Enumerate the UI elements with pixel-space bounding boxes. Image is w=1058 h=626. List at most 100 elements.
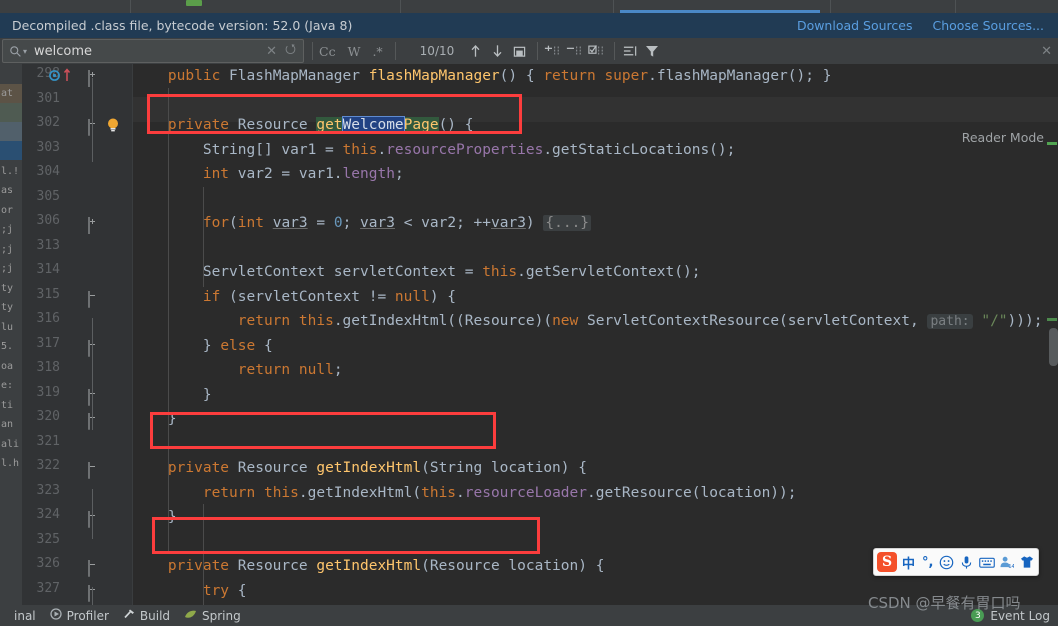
code-line: try {: [202, 582, 247, 599]
editor-tab-strip[interactable]: [0, 0, 1058, 13]
code-line: ServletContext servletContext = this.get…: [133, 264, 701, 280]
match-case-option[interactable]: Cc: [313, 44, 342, 59]
fold-collapse-icon[interactable]: [88, 462, 99, 479]
ime-language-mode-button[interactable]: 中: [900, 553, 917, 572]
filter-icon[interactable]: [641, 40, 663, 62]
search-result-marker: [1047, 142, 1057, 145]
run-indicator-icon: [186, 0, 202, 6]
fold-collapse-icon[interactable]: [88, 584, 99, 602]
fold-collapse-icon[interactable]: [88, 388, 99, 406]
spring-label: Spring: [202, 608, 241, 623]
fold-collapse-icon[interactable]: [88, 560, 99, 577]
event-count-badge: 3: [971, 609, 985, 622]
fold-collapse-icon[interactable]: [88, 413, 99, 430]
gutter-row: 322: [22, 456, 132, 481]
gutter-row: 315: [22, 285, 132, 310]
fold-collapse-icon[interactable]: [88, 119, 99, 136]
sogou-logo-icon[interactable]: S: [877, 552, 897, 572]
code-line: return this.getIndexHtml(this.resourceLo…: [202, 484, 797, 501]
code-line: }: [133, 509, 177, 525]
download-sources-link[interactable]: Download Sources: [797, 18, 913, 33]
sliver-text-column: at l.! as or ;j ;j ;j ty ty lu 5. oa e: ti an ali l.h: [1, 87, 20, 470]
fold-region-line: [92, 318, 93, 430]
keyboard-icon[interactable]: [978, 554, 995, 571]
skin-icon[interactable]: [1018, 554, 1035, 571]
gutter-row: 321: [22, 432, 132, 457]
indent-guide: [203, 504, 204, 605]
gutter-row: 298: [22, 64, 132, 89]
line-number: 317: [36, 335, 60, 351]
toolbox-icon[interactable]: 14: [998, 554, 1015, 571]
reader-mode-label[interactable]: Reader Mode: [962, 130, 1044, 145]
parameter-hint: path:: [927, 314, 973, 329]
arrow-down-icon[interactable]: [486, 40, 508, 62]
vertical-scrollbar-thumb[interactable]: [1049, 328, 1058, 366]
gutter-row: 306: [22, 211, 132, 236]
fold-plus-icon[interactable]: [88, 70, 99, 87]
clear-icon[interactable]: ✕: [266, 44, 277, 59]
gutter-row: 316: [22, 309, 132, 334]
line-number: 321: [36, 433, 60, 449]
select-all-checkbox-icon[interactable]: [585, 40, 607, 62]
gutter-row: 318: [22, 358, 132, 383]
lightbulb-icon[interactable]: [106, 117, 120, 137]
microphone-icon[interactable]: [958, 554, 975, 571]
fold-collapse-icon[interactable]: [88, 511, 99, 528]
spring-leaf-icon: [184, 609, 197, 623]
gutter-row: 305: [22, 187, 132, 212]
emoji-icon[interactable]: [938, 554, 955, 571]
spring-tool-button[interactable]: Spring: [184, 609, 241, 623]
words-option[interactable]: W: [342, 44, 367, 59]
tab-divider: [830, 0, 831, 13]
match-count-label: 10/10: [419, 44, 455, 58]
ime-toolbar[interactable]: S 中 °, 14: [873, 548, 1040, 576]
wrap-search-icon[interactable]: ⭯: [285, 40, 296, 62]
fold-collapse-icon[interactable]: [88, 339, 99, 357]
gutter-row: 319: [22, 383, 132, 408]
notification-actions: Download Sources Choose Sources...: [797, 18, 1044, 33]
tab-divider: [400, 0, 401, 13]
arrow-up-icon[interactable]: [464, 40, 486, 62]
toolbar-divider: [394, 42, 396, 60]
line-number: 304: [36, 164, 60, 179]
line-number: 315: [36, 286, 60, 302]
filter-lines-icon[interactable]: [619, 40, 641, 62]
choose-sources-link[interactable]: Choose Sources...: [933, 18, 1045, 33]
search-history-chevron-down-icon[interactable]: ▾: [23, 47, 27, 56]
code-line: }: [133, 386, 212, 403]
editor-gutter[interactable]: 298 301 302 303 304 305 306 313 314 315 …: [22, 64, 132, 605]
search-input[interactable]: [34, 43, 267, 59]
select-all-occurrences-icon[interactable]: [508, 40, 530, 62]
gutter-row: 302: [22, 113, 132, 138]
hammer-icon: [123, 608, 135, 623]
code-text-area[interactable]: public FlashMapManager flashMapManager()…: [133, 64, 1058, 605]
code-line: return this.getIndexHtml((Resource)(new …: [237, 313, 1043, 329]
gutter-row: 314: [22, 260, 132, 285]
override-arrow-icon[interactable]: [63, 68, 71, 86]
search-field-container[interactable]: ▾ ✕ ⭯: [2, 39, 304, 63]
code-line: int var2 = var1.length;: [202, 166, 404, 182]
regex-option[interactable]: .*: [366, 44, 388, 59]
ime-punctuation-button[interactable]: °,: [920, 555, 935, 570]
fold-collapse-icon[interactable]: [88, 290, 99, 308]
folded-code-placeholder[interactable]: {...}: [543, 215, 592, 231]
event-log-button[interactable]: Event Log: [990, 609, 1050, 623]
terminal-tool-button[interactable]: inal: [14, 609, 36, 623]
error-stripe-marker-panel[interactable]: [1046, 128, 1058, 584]
spring-bean-icon[interactable]: [49, 70, 60, 85]
gutter-row: 301: [22, 89, 132, 114]
profiler-tool-button[interactable]: Profiler: [49, 608, 109, 623]
ide-window: Decompiled .class file, bytecode version…: [0, 0, 1058, 626]
code-line: private Resource getIndexHtml(String loc…: [167, 460, 587, 476]
left-tool-window-sliver[interactable]: at l.! as or ;j ;j ;j ty ty lu 5. oa e: ti an ali l.h: [0, 64, 22, 605]
fold-plus-icon[interactable]: [88, 217, 99, 234]
remove-selection-icon[interactable]: [563, 40, 585, 62]
build-tool-button[interactable]: Build: [123, 608, 170, 623]
add-selection-icon[interactable]: [541, 40, 563, 62]
close-find-toolbar-icon[interactable]: ✕: [1041, 44, 1052, 59]
indent-guide: [168, 88, 169, 553]
code-editor[interactable]: 298 301 302 303 304 305 306 313 314 315 …: [22, 64, 1058, 605]
